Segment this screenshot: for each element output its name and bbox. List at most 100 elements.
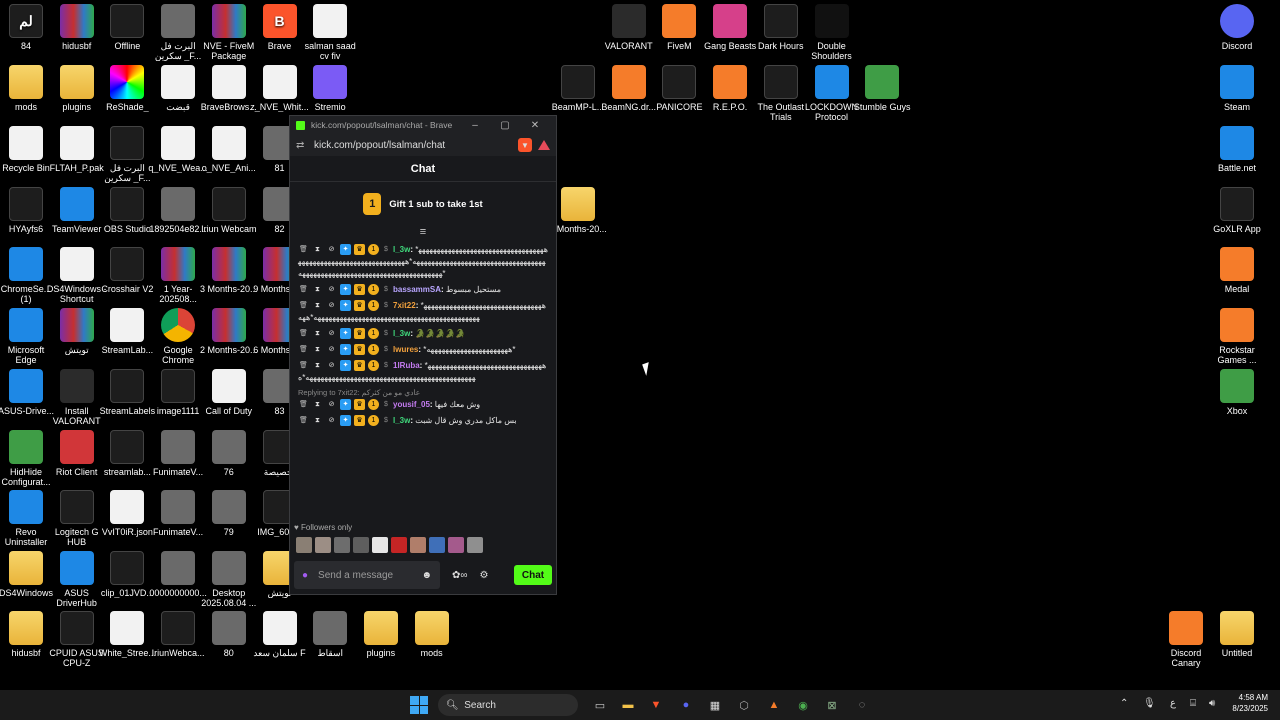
- close-button[interactable]: ✕: [520, 120, 550, 131]
- microphone-icon[interactable]: ●: [302, 570, 308, 581]
- emote-bar[interactable]: [296, 537, 483, 553]
- brave-rewards-icon[interactable]: [538, 140, 550, 150]
- chat-username[interactable]: bassammSA: [393, 285, 441, 294]
- delete-message-icon[interactable]: 🗑︎: [298, 300, 309, 311]
- chat-message[interactable]: 🗑︎ ⧗ ⊘ ✦ ♛ 1 $ bassammSA: مستحيل مبسوط: [298, 284, 548, 296]
- start-button[interactable]: [410, 696, 428, 714]
- chat-message[interactable]: 🗑︎ ⧗ ⊘ ✦ ♛ 1 $ l_3w: *ههههههههههههههههههههههههه…: [298, 244, 548, 280]
- tray-expand-icon[interactable]: ⌃: [1120, 698, 1128, 709]
- chat-message[interactable]: 🗑︎ ⧗ ⊘ ✦ ♛ 1 $ l_3w: بس ماكل مدري وش قال شبت: [298, 415, 548, 427]
- chat-username[interactable]: l_3w: [393, 245, 410, 254]
- emote[interactable]: [353, 537, 369, 553]
- ban-icon[interactable]: ⊘: [326, 399, 337, 410]
- desktop-icon[interactable]: Steam: [1207, 65, 1267, 112]
- emote[interactable]: [391, 537, 407, 553]
- chat-username[interactable]: lwures: [393, 345, 418, 354]
- ban-icon[interactable]: ⊘: [326, 300, 337, 311]
- timeout-icon[interactable]: ⧗: [312, 284, 323, 295]
- ban-icon[interactable]: ⊘: [326, 360, 337, 371]
- timeout-icon[interactable]: ⧗: [312, 344, 323, 355]
- window-titlebar[interactable]: kick.com/popout/lsalman/chat - Brave – ▢…: [290, 116, 556, 134]
- desktop-icon[interactable]: Untitled: [1207, 611, 1267, 658]
- delete-message-icon[interactable]: 🗑︎: [298, 284, 309, 295]
- chat-username[interactable]: l_3w: [393, 329, 410, 338]
- chat-message[interactable]: 🗑︎ ⧗ ⊘ ✦ ♛ 1 $7xit22: *ههههههههههههههههههههههه…: [298, 300, 548, 324]
- timeout-icon[interactable]: ⧗: [312, 399, 323, 410]
- maximize-button[interactable]: ▢: [490, 120, 520, 131]
- volume-icon[interactable]: 🔊︎: [1209, 698, 1215, 709]
- delete-message-icon[interactable]: 🗑︎: [298, 399, 309, 410]
- reply-context[interactable]: Replying to 7xit22: عادي مو من كثركم: [298, 388, 548, 397]
- address-bar[interactable]: ⇄ kick.com/popout/lsalman/chat ▼: [290, 134, 556, 156]
- ban-icon[interactable]: ⊘: [326, 344, 337, 355]
- chat-message[interactable]: 🗑︎ ⧗ ⊘ ✦ ♛ 1 $1lRuba: *ههههههههههههههههههههههه…: [298, 360, 548, 384]
- timeout-icon[interactable]: ⧗: [312, 415, 323, 426]
- emote[interactable]: [334, 537, 350, 553]
- ban-icon[interactable]: ⊘: [326, 284, 337, 295]
- discord-taskbar-icon[interactable]: ●: [676, 695, 696, 715]
- desktop-icon[interactable]: mods: [402, 611, 462, 658]
- send-chat-button[interactable]: Chat: [514, 565, 552, 585]
- desktop-icon[interactable]: Stumble Guys: [852, 65, 912, 112]
- emote[interactable]: [467, 537, 483, 553]
- chat-popout-window[interactable]: kick.com/popout/lsalman/chat - Brave – ▢…: [289, 115, 557, 595]
- chat-message[interactable]: 🗑︎ ⧗ ⊘ ✦ ♛ 1 $ l_3w: 🐊🐊🐊🐊🐊: [298, 328, 548, 340]
- task-view-icon[interactable]: ▭: [590, 695, 610, 715]
- emote[interactable]: [448, 537, 464, 553]
- xbox-taskbar-icon[interactable]: ⊠: [822, 695, 842, 715]
- desktop-icon[interactable]: salman saad cv fiv: [300, 4, 360, 61]
- desktop-icon[interactable]: Stremio: [300, 65, 360, 112]
- emote[interactable]: [372, 537, 388, 553]
- chat-message[interactable]: 🗑︎ ⧗ ⊘ ✦ ♛ 1 $ lwures: *ههههههههههههههههههههههه…: [298, 344, 548, 356]
- chrome-taskbar-icon[interactable]: ◉: [793, 695, 813, 715]
- timeout-icon[interactable]: ⧗: [312, 328, 323, 339]
- ban-icon[interactable]: ⊘: [326, 244, 337, 255]
- delete-message-icon[interactable]: 🗑︎: [298, 328, 309, 339]
- timeout-icon[interactable]: ⧗: [312, 300, 323, 311]
- network-icon[interactable]: ⌸: [1190, 698, 1196, 709]
- site-settings-icon[interactable]: ⇄: [296, 140, 310, 151]
- store-taskbar-icon[interactable]: ▦: [705, 695, 725, 715]
- taskbar-search[interactable]: 🔍︎ Search: [438, 694, 578, 716]
- emoji-icon[interactable]: ☻: [421, 570, 432, 581]
- app2-taskbar-icon[interactable]: ◌: [852, 695, 872, 715]
- delete-message-icon[interactable]: 🗑︎: [298, 360, 309, 371]
- desktop-icon[interactable]: Double Shoulders: [802, 4, 862, 61]
- delete-message-icon[interactable]: 🗑︎: [298, 244, 309, 255]
- delete-message-icon[interactable]: 🗑︎: [298, 415, 309, 426]
- fivem-taskbar-icon[interactable]: ▲: [764, 695, 784, 715]
- delete-message-icon[interactable]: 🗑︎: [298, 344, 309, 355]
- emote[interactable]: [296, 537, 312, 553]
- chat-username[interactable]: l_3w: [393, 416, 410, 425]
- gift-sub-banner[interactable]: 1 Gift 1 sub to take 1st: [290, 182, 556, 226]
- desktop-icon[interactable]: Xbox: [1207, 369, 1267, 416]
- url-text[interactable]: kick.com/popout/lsalman/chat: [314, 140, 512, 151]
- desktop-icon[interactable]: Discord: [1207, 4, 1267, 51]
- emote[interactable]: [315, 537, 331, 553]
- desktop-icon[interactable]: 9 Months-20...: [548, 187, 608, 234]
- minimize-button[interactable]: –: [460, 120, 490, 131]
- microphone-tray-icon[interactable]: 🎙︎: [1143, 698, 1156, 709]
- chat-username[interactable]: 7xit22: [393, 301, 416, 310]
- ban-icon[interactable]: ⊘: [326, 328, 337, 339]
- timeout-icon[interactable]: ⧗: [312, 244, 323, 255]
- chat-message[interactable]: 🗑︎ ⧗ ⊘ ✦ ♛ 1 $ yousif_05: وش معك فيها: [298, 399, 548, 411]
- clock[interactable]: 4:58 AM 8/23/2025: [1232, 692, 1268, 714]
- chat-username[interactable]: 1lRuba: [393, 361, 420, 370]
- language-indicator[interactable]: ع: [1170, 698, 1176, 709]
- desktop-icon[interactable]: Battle.net: [1207, 126, 1267, 173]
- app-taskbar-icon[interactable]: ⬡: [734, 695, 754, 715]
- brave-taskbar-icon[interactable]: ▼: [646, 695, 666, 715]
- brave-shields-icon[interactable]: ▼: [518, 138, 532, 152]
- ban-icon[interactable]: ⊘: [326, 415, 337, 426]
- file-explorer-icon[interactable]: ▬: [618, 695, 638, 715]
- desktop-icon[interactable]: Medal: [1207, 247, 1267, 294]
- emote[interactable]: [429, 537, 445, 553]
- emote[interactable]: [410, 537, 426, 553]
- chat-username[interactable]: yousif_05: [393, 400, 430, 409]
- kicks-icon[interactable]: ✿∞: [452, 570, 468, 581]
- desktop-icon[interactable]: Rockstar Games ...: [1207, 308, 1267, 365]
- settings-gear-icon[interactable]: ⚙: [480, 570, 489, 581]
- desktop-icon[interactable]: GoXLR App: [1207, 187, 1267, 234]
- chat-input[interactable]: ● Send a message ☻: [294, 561, 440, 589]
